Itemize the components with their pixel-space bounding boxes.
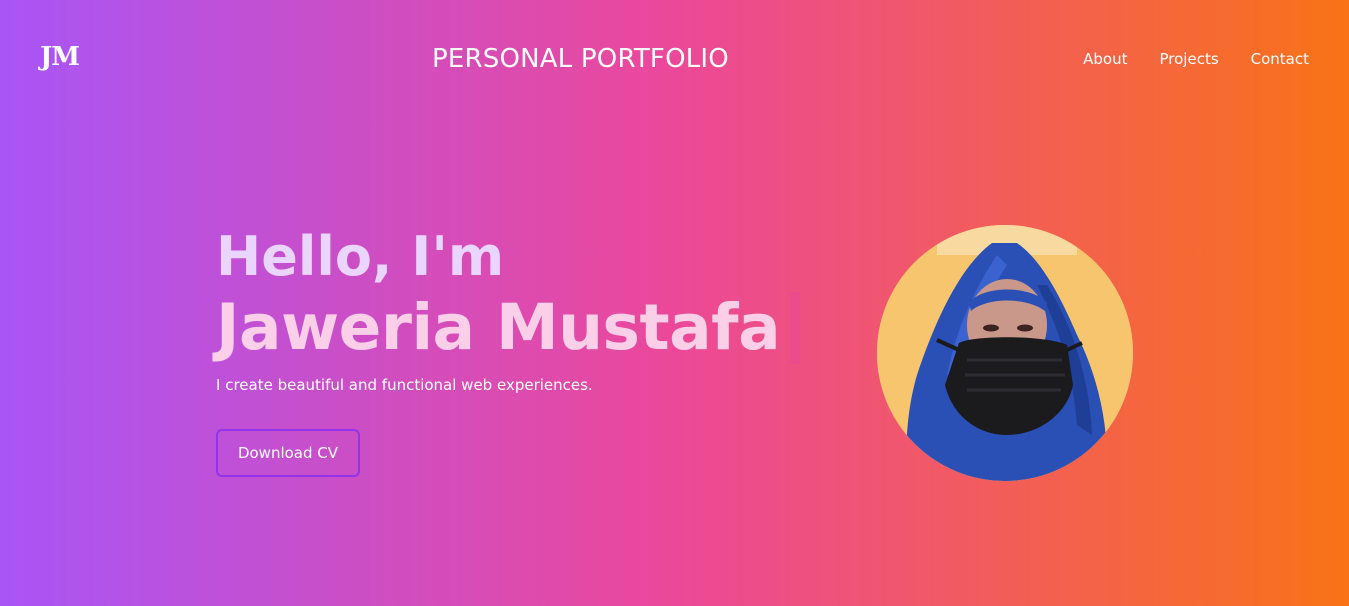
logo[interactable]: JM [40, 42, 80, 72]
hero-name: Jaweria Mustafa [216, 291, 781, 364]
typing-cursor [790, 292, 801, 364]
hero-intro: Hello, I'm Jaweria Mustafa I create beau… [216, 222, 836, 394]
hero-name-row: Jaweria Mustafa [216, 292, 836, 364]
nav-link-about[interactable]: About [1083, 50, 1127, 68]
nav-link-projects[interactable]: Projects [1160, 50, 1219, 68]
nav-link-contact[interactable]: Contact [1251, 50, 1309, 68]
main-nav: About Projects Contact [1083, 50, 1309, 68]
hero-tagline: I create beautiful and functional web ex… [216, 376, 593, 394]
download-cv-button[interactable]: Download CV [216, 429, 360, 477]
site-header: JM PERSONAL PORTFOLIO About Projects Con… [0, 0, 1349, 120]
portfolio-page: JM PERSONAL PORTFOLIO About Projects Con… [0, 0, 1349, 606]
profile-avatar [877, 225, 1133, 481]
site-title: PERSONAL PORTFOLIO [432, 44, 729, 74]
profile-photo-icon [877, 225, 1133, 481]
hero-greeting: Hello, I'm [216, 225, 505, 288]
